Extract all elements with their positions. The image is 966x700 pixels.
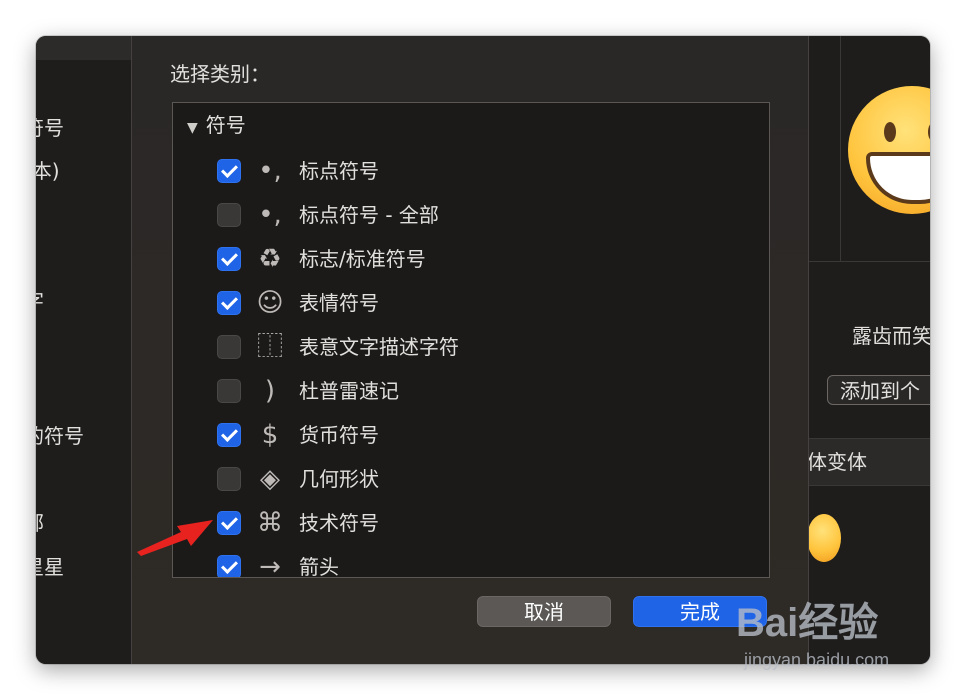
emoji-eye bbox=[884, 122, 896, 142]
group-symbols[interactable]: ▼ 符号 bbox=[187, 112, 246, 138]
divider bbox=[807, 261, 930, 262]
category-row[interactable]: ☺ 表情符号 bbox=[173, 281, 769, 325]
category-label: 标点符号 bbox=[299, 159, 379, 183]
category-label: 几何形状 bbox=[299, 467, 379, 491]
character-detail-panel: 露齿而笑 添加到个 体变体 bbox=[807, 36, 930, 664]
character-name: 露齿而笑 bbox=[852, 324, 930, 348]
category-label: 标点符号 - 全部 bbox=[299, 203, 439, 227]
sidebar-item[interactable]: (本) bbox=[36, 156, 131, 186]
category-row[interactable]: •, 标点符号 - 全部 bbox=[173, 193, 769, 237]
emoji-eye bbox=[928, 122, 930, 142]
punctuation-icon: •, bbox=[258, 200, 282, 230]
sidebar-item[interactable]: 字 bbox=[36, 286, 131, 316]
category-row[interactable]: ♻ 标志/标准符号 bbox=[173, 237, 769, 281]
category-label: 技术符号 bbox=[299, 511, 379, 535]
ideographic-description-icon: ⿰ bbox=[256, 332, 283, 362]
sidebar-header bbox=[36, 36, 131, 60]
sidebar-item[interactable]: 部 bbox=[36, 508, 131, 538]
baidu-jingyan-watermark: Bai经验 jingyan.baidu.com bbox=[736, 590, 936, 680]
category-row[interactable]: ⌘ 技术符号 bbox=[173, 501, 769, 545]
variants-header: 体变体 bbox=[807, 438, 930, 486]
smiley-icon: ☺ bbox=[256, 288, 284, 318]
sidebar-item[interactable]: 星星 bbox=[36, 552, 131, 582]
dialog-title: 选择类别： bbox=[170, 62, 270, 86]
category-label: 标志/标准符号 bbox=[299, 247, 426, 271]
category-row[interactable]: → 箭头 bbox=[173, 545, 769, 578]
category-row[interactable]: ◈ 几何形状 bbox=[173, 457, 769, 501]
category-label: 杜普雷速记 bbox=[299, 379, 399, 403]
punctuation-icon: •, bbox=[258, 156, 282, 186]
checkbox[interactable] bbox=[217, 379, 241, 403]
grinning-face-emoji bbox=[848, 86, 930, 214]
category-list[interactable]: ▼ 符号 •, 标点符号 •, 标点符号 - 全部 ♻ 标志/标准符号 ☺ 表情符… bbox=[172, 102, 770, 578]
category-sidebar: 符号 (本) 字 的符号 部 星星 bbox=[36, 36, 132, 664]
sidebar-item[interactable]: 的符号 bbox=[36, 421, 131, 451]
category-row[interactable]: ) 杜普雷速记 bbox=[173, 369, 769, 413]
recycle-icon: ♻ bbox=[258, 244, 282, 274]
annotation-arrow-shape bbox=[137, 520, 213, 556]
checkbox[interactable] bbox=[217, 203, 241, 227]
duployan-icon: ) bbox=[264, 376, 276, 406]
category-label: 货币符号 bbox=[299, 423, 379, 447]
customize-list-dialog: 选择类别： ▼ 符号 •, 标点符号 •, 标点符号 - 全部 ♻ 标志/标准符号 bbox=[131, 36, 809, 664]
checkbox[interactable] bbox=[217, 423, 241, 447]
command-key-icon: ⌘ bbox=[257, 508, 283, 538]
category-row[interactable]: •, 标点符号 bbox=[173, 149, 769, 193]
grid-divider bbox=[840, 36, 841, 261]
disclosure-triangle-icon[interactable]: ▼ bbox=[187, 120, 198, 136]
category-label: 表情符号 bbox=[299, 291, 379, 315]
sidebar-item[interactable]: 符号 bbox=[36, 113, 131, 143]
category-row[interactable]: ⿰ 表意文字描述字符 bbox=[173, 325, 769, 369]
checkbox[interactable] bbox=[217, 555, 241, 577]
arrow-right-icon: → bbox=[259, 552, 281, 578]
add-to-favorites-button[interactable]: 添加到个 bbox=[827, 375, 930, 405]
grinning-face-variant[interactable] bbox=[807, 514, 841, 562]
checkbox[interactable] bbox=[217, 291, 241, 315]
checkbox[interactable] bbox=[217, 159, 241, 183]
checkbox[interactable] bbox=[217, 247, 241, 271]
annotation-arrow-icon bbox=[137, 520, 213, 556]
group-label: 符号 bbox=[205, 113, 246, 137]
watermark-logo: Bai经验 bbox=[736, 601, 879, 645]
dollar-icon: $ bbox=[261, 420, 279, 450]
watermark-url: jingyan.baidu.com bbox=[744, 650, 890, 670]
checkbox[interactable] bbox=[217, 335, 241, 359]
checkbox[interactable] bbox=[217, 467, 241, 491]
emoji-mouth bbox=[866, 152, 930, 204]
cancel-button[interactable]: 取消 bbox=[477, 596, 611, 627]
character-viewer-window: 符号 (本) 字 的符号 部 星星 露齿而笑 添加到个 体变体 选择类别： ▼ 符… bbox=[36, 36, 930, 664]
category-label: 箭头 bbox=[299, 555, 339, 578]
category-row[interactable]: $ 货币符号 bbox=[173, 413, 769, 457]
checkbox[interactable] bbox=[217, 511, 241, 535]
diamond-icon: ◈ bbox=[260, 464, 280, 494]
category-label: 表意文字描述字符 bbox=[299, 335, 459, 359]
